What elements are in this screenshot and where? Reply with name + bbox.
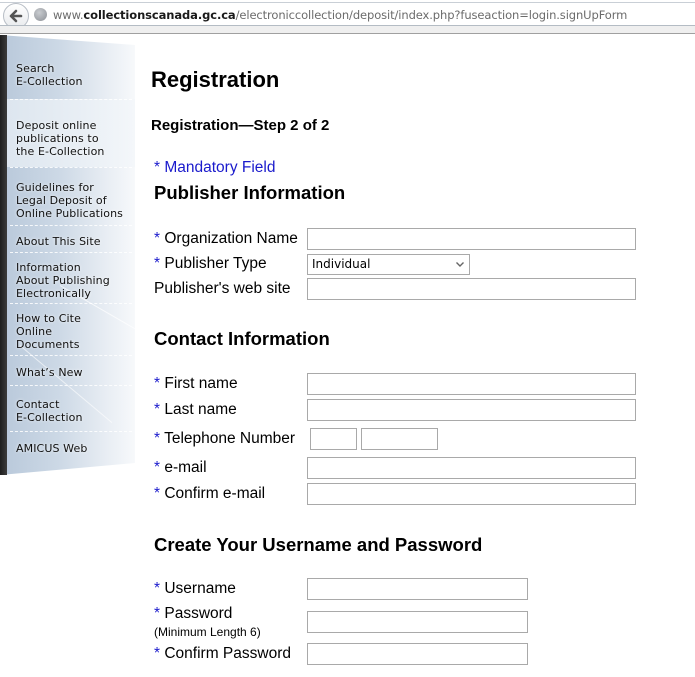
url-domain: collectionscanada.gc.ca bbox=[83, 8, 236, 22]
nav-label-line: Information bbox=[16, 261, 81, 274]
nav-label-line: Search bbox=[16, 62, 55, 75]
nav-label-line: Online Publications bbox=[16, 207, 123, 220]
sidebar-item-how-to-cite[interactable]: How to Cite Online Documents bbox=[16, 312, 81, 351]
publisher-type-select[interactable]: Individual bbox=[307, 254, 470, 275]
web-site-input[interactable] bbox=[307, 278, 636, 300]
organization-name-input[interactable] bbox=[307, 228, 636, 250]
step-indicator: Registration—Step 2 of 2 bbox=[151, 117, 330, 134]
back-arrow-icon bbox=[9, 9, 23, 23]
globe-icon bbox=[34, 8, 47, 21]
sidebar-item-guidelines[interactable]: Guidelines for Legal Deposit of Online P… bbox=[16, 181, 123, 220]
sidebar-item-whats-new[interactable]: What’s New bbox=[16, 366, 83, 379]
browser-toolbar: www.collectionscanada.gc.ca/electronicco… bbox=[0, 0, 695, 34]
last-name-input[interactable] bbox=[307, 399, 636, 421]
nav-label-line: Electronically bbox=[16, 287, 91, 300]
nav-label-line: About This Site bbox=[16, 235, 101, 248]
address-bar[interactable]: www.collectionscanada.gc.ca/electronicco… bbox=[53, 8, 627, 22]
url-prefix: www. bbox=[53, 8, 84, 22]
account-heading: Create Your Username and Password bbox=[154, 534, 483, 555]
nav-label-line: Documents bbox=[16, 338, 80, 351]
required-star: * bbox=[154, 375, 161, 392]
sidebar-item-search-ecollection[interactable]: Search E-Collection bbox=[16, 62, 83, 88]
nav-divider bbox=[10, 225, 132, 226]
nav-divider bbox=[10, 99, 132, 100]
nav-label-line: How to Cite bbox=[16, 312, 81, 325]
nav-label-line: publications to bbox=[16, 132, 99, 145]
password-hint: (Minimum Length 6) bbox=[154, 625, 261, 639]
nav-divider bbox=[10, 303, 132, 304]
confirm-email-label: * Confirm e-mail bbox=[154, 485, 266, 502]
nav-label-line: Legal Deposit of bbox=[16, 194, 107, 207]
required-star: * bbox=[154, 605, 161, 622]
publisher-type-value: Individual bbox=[312, 257, 371, 271]
nav-label-line: E-Collection bbox=[16, 75, 83, 88]
nav-label-line: Guidelines for bbox=[16, 181, 94, 194]
mandatory-field-note: * Mandatory Field bbox=[154, 159, 276, 176]
nav-label-line: Online bbox=[16, 325, 53, 338]
nav-divider bbox=[10, 431, 132, 432]
sidebar-item-information[interactable]: Information About Publishing Electronica… bbox=[16, 261, 110, 300]
required-star: * bbox=[154, 430, 161, 447]
nav-label-line: Deposit online bbox=[16, 119, 97, 132]
first-name-label: * First name bbox=[154, 375, 238, 392]
page-title: Registration bbox=[151, 67, 280, 92]
web-site-label: Publisher's web site bbox=[154, 280, 291, 297]
password-label: * Password bbox=[154, 605, 233, 622]
bookmarks-bar bbox=[0, 25, 695, 34]
confirm-password-label: * Confirm Password bbox=[154, 645, 291, 662]
username-label: * Username bbox=[154, 580, 236, 597]
chevron-down-icon bbox=[456, 262, 464, 267]
publisher-type-label: * Publisher Type bbox=[154, 255, 267, 272]
nav-divider bbox=[10, 167, 132, 168]
required-star: * bbox=[154, 230, 161, 247]
sidebar-edge bbox=[0, 35, 7, 475]
email-label: * e-mail bbox=[154, 459, 207, 476]
publisher-info-heading: Publisher Information bbox=[154, 182, 346, 203]
confirm-email-input[interactable] bbox=[307, 483, 636, 505]
required-star: * bbox=[154, 645, 161, 662]
required-star: * bbox=[154, 459, 161, 476]
toolbar-border bbox=[0, 2, 695, 3]
required-star: * bbox=[154, 580, 161, 597]
password-input[interactable] bbox=[307, 611, 528, 633]
sidebar-nav: Search E-Collection Deposit online publi… bbox=[0, 35, 139, 475]
confirm-password-input[interactable] bbox=[307, 643, 528, 665]
nav-label-line: AMICUS Web bbox=[16, 442, 88, 455]
nav-label-line: About Publishing bbox=[16, 274, 110, 287]
required-star: * bbox=[154, 255, 161, 272]
username-input[interactable] bbox=[307, 578, 528, 600]
nav-divider bbox=[10, 355, 132, 356]
organization-name-label: * Organization Name bbox=[154, 230, 298, 247]
nav-divider bbox=[10, 252, 132, 253]
contact-info-heading: Contact Information bbox=[154, 328, 330, 349]
sidebar-item-amicus-web[interactable]: AMICUS Web bbox=[16, 442, 87, 455]
nav-label-line: the E-Collection bbox=[16, 145, 105, 158]
nav-label-line: What’s New bbox=[16, 366, 83, 379]
email-input[interactable] bbox=[307, 457, 636, 479]
nav-label-line: E-Collection bbox=[16, 411, 83, 424]
nav-label-line: Contact bbox=[16, 398, 60, 411]
telephone-number-input[interactable] bbox=[361, 428, 438, 450]
telephone-area-code-input[interactable] bbox=[310, 428, 357, 450]
required-star: * bbox=[154, 485, 161, 502]
first-name-input[interactable] bbox=[307, 373, 636, 395]
sidebar-item-contact[interactable]: Contact E-Collection bbox=[16, 398, 83, 424]
required-star: * bbox=[154, 401, 161, 418]
url-path: /electroniccollection/deposit/index.php?… bbox=[235, 8, 628, 22]
sidebar-item-deposit-online[interactable]: Deposit online publications to the E-Col… bbox=[16, 119, 104, 158]
last-name-label: * Last name bbox=[154, 401, 237, 418]
nav-divider bbox=[10, 385, 132, 386]
sidebar-item-about[interactable]: About This Site bbox=[16, 235, 101, 248]
telephone-label: * Telephone Number bbox=[154, 430, 296, 447]
